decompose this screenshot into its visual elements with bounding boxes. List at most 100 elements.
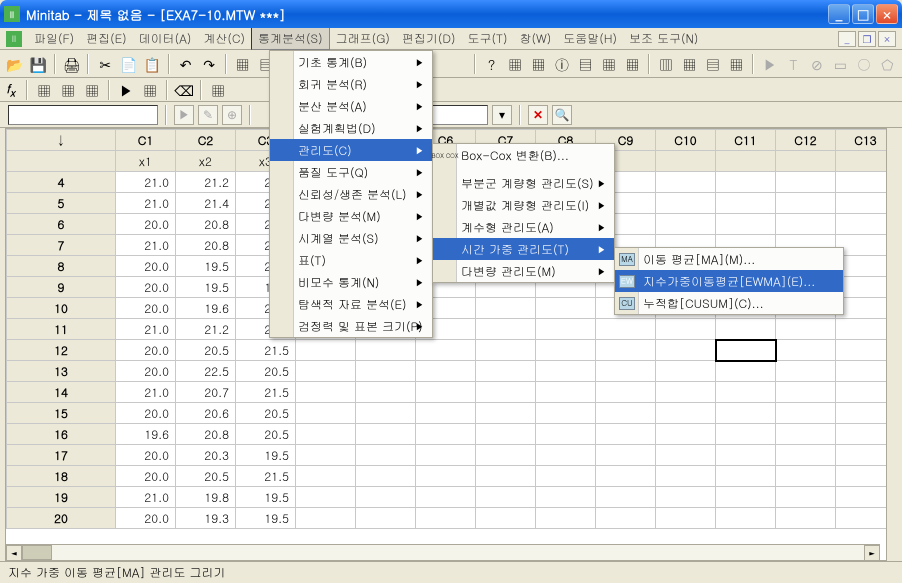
cell[interactable] [776,403,836,424]
cell[interactable] [476,361,536,382]
cell[interactable]: 19.5 [176,277,236,298]
cell[interactable] [416,424,476,445]
cell[interactable] [416,340,476,361]
cell[interactable] [536,361,596,382]
cell[interactable] [296,445,356,466]
menu-edit[interactable]: 편집(E) [80,28,133,49]
help-icon[interactable]: ? [481,53,502,75]
cell[interactable]: 21.0 [116,382,176,403]
row-header[interactable]: 14 [7,382,116,403]
copy-icon[interactable]: 📄 [118,53,139,75]
cell[interactable] [716,403,776,424]
row-header[interactable]: 7 [7,235,116,256]
cell[interactable]: 20.0 [116,403,176,424]
cell[interactable] [536,382,596,403]
cell[interactable]: 20.8 [176,424,236,445]
cell[interactable] [416,361,476,382]
column-header[interactable]: C2 [176,130,236,151]
cell[interactable] [476,508,536,529]
cell[interactable] [776,466,836,487]
cell[interactable] [476,382,536,403]
cell[interactable] [716,382,776,403]
cell[interactable] [776,214,836,235]
cell[interactable] [356,382,416,403]
row-header[interactable]: 20 [7,508,116,529]
menu-multivariate-charts[interactable]: 다변량 관리도(M)▶ [433,260,614,282]
popup-time-weighted[interactable]: MA이동 평균[MA](M)... EW지수가중이동평균[EWMA](E)...… [614,247,844,315]
cell[interactable]: 20.6 [176,403,236,424]
column-name[interactable] [656,151,716,172]
cell[interactable] [536,403,596,424]
menu-ewma[interactable]: EW지수가중이동평균[EWMA](E)... [615,270,843,292]
column-header[interactable]: C12 [776,130,836,151]
brush-icon[interactable]: ✎ [198,105,218,125]
menu-time-weighted[interactable]: 시간 가중 관리도(T)▶ [433,238,614,260]
menu-basic-stats[interactable]: 기초 통계(B)▶ [270,51,432,73]
find-go-icon[interactable]: 🔍 [552,105,572,125]
pointer-icon[interactable]: ▶ [759,53,780,75]
win4-icon[interactable]: ▦ [726,53,747,75]
cell[interactable] [536,298,596,319]
cell[interactable] [296,424,356,445]
row-header[interactable]: 18 [7,466,116,487]
cell[interactable]: 20.8 [176,235,236,256]
menu-editor[interactable]: 편집기(D) [396,28,462,49]
cell[interactable]: 20.0 [116,361,176,382]
menu-tables[interactable]: 표(T)▶ [270,249,432,271]
cell[interactable] [596,361,656,382]
cell[interactable]: 21.0 [116,172,176,193]
graph-icon[interactable]: ▦ [528,53,549,75]
cell[interactable] [356,487,416,508]
cell[interactable]: 21.0 [116,193,176,214]
cell[interactable]: 19.6 [116,424,176,445]
cell[interactable] [656,193,716,214]
menu-quality-tools[interactable]: 품질 도구(Q)▶ [270,161,432,183]
scroll-thumb[interactable] [22,545,52,560]
cell[interactable] [356,403,416,424]
cell[interactable] [416,466,476,487]
cell[interactable] [716,466,776,487]
cell[interactable] [596,466,656,487]
cell[interactable] [476,403,536,424]
cell[interactable]: 20.0 [116,445,176,466]
popup-stat-menu[interactable]: 기초 통계(B)▶ 회귀 분석(R)▶ 분산 분석(A)▶ 실험계획법(D)▶ … [269,50,433,338]
menu-boxcox[interactable]: BOX COXBox-Cox 변환(B)... [433,144,614,166]
cell[interactable]: 21.0 [116,319,176,340]
column-header[interactable]: C1 [116,130,176,151]
cell[interactable] [596,382,656,403]
cell[interactable]: 20.5 [236,424,296,445]
text-icon[interactable]: T [783,53,804,75]
cell[interactable] [656,466,716,487]
menu-window[interactable]: 창(W) [514,28,558,49]
cell[interactable] [296,403,356,424]
menu-power[interactable]: 검정력 및 표본 크기(P)▶ [270,315,432,337]
menu-tool[interactable]: 도구(T) [462,28,514,49]
cell[interactable] [416,445,476,466]
row-header[interactable]: 12 [7,340,116,361]
tool1-icon[interactable]: ▤ [575,53,596,75]
cell[interactable] [656,361,716,382]
undo-icon[interactable]: ↶ [175,53,196,75]
cell[interactable] [656,319,716,340]
cell[interactable] [536,340,596,361]
cell[interactable] [776,172,836,193]
fb-icon6[interactable]: ▦ [207,79,229,101]
cell[interactable] [716,193,776,214]
cell[interactable] [536,424,596,445]
cell[interactable] [716,424,776,445]
cell[interactable] [656,214,716,235]
cell[interactable]: 20.3 [176,445,236,466]
cell[interactable] [776,361,836,382]
cell[interactable]: 19.5 [176,256,236,277]
erase-icon[interactable]: ⌫ [173,79,195,101]
cell[interactable] [596,508,656,529]
menu-calc[interactable]: 계산(C) [197,28,251,49]
cell[interactable] [296,466,356,487]
arrow-icon[interactable]: ▶ [174,105,194,125]
find-clear-icon[interactable]: ✕ [528,105,548,125]
fb-icon1[interactable]: ▦ [33,79,55,101]
cell[interactable] [716,445,776,466]
cell[interactable]: 20.0 [116,508,176,529]
cell[interactable] [776,382,836,403]
cell[interactable] [716,214,776,235]
